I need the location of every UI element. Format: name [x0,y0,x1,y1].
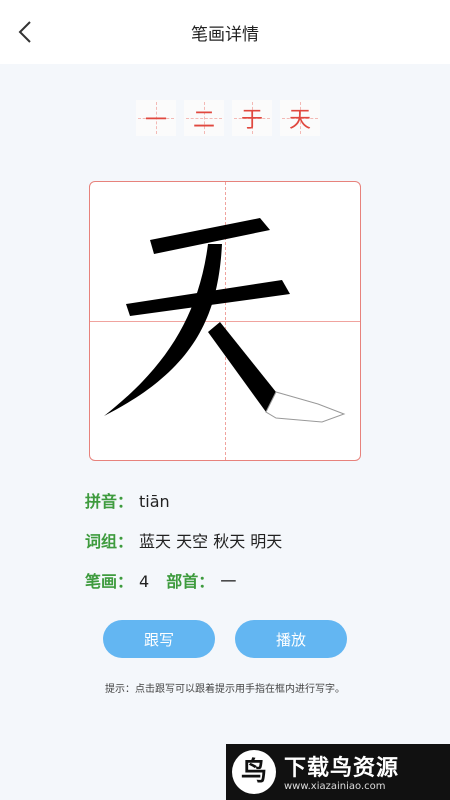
watermark-logo: 鸟 [232,750,276,794]
stroke-order-steps: 一 二 于 天 [136,100,320,136]
character-glyph [104,218,346,423]
stroke-step: 天 [280,100,320,136]
watermark-name: 下载鸟资源 [284,756,400,781]
stroke-step: 二 [184,100,224,136]
radical-value: 一 [220,572,237,591]
stroke-step: 于 [232,100,272,136]
page-title: 笔画详情 [191,25,259,45]
strokes-count: 4 [139,572,150,591]
strokes-row: 笔画： 4 部首：一 [85,572,237,591]
watermark-url: www.xiazainiao.com [284,781,386,792]
pinyin-value: tiān [139,492,170,511]
top-bar: 笔画详情 [0,0,450,64]
writing-grid[interactable] [89,181,361,461]
words-value: 蓝天 天空 秋天 明天 [139,532,283,551]
pinyin-row: 拼音： tiān [85,492,170,511]
watermark: 鸟 下载鸟资源 www.xiazainiao.com [226,744,450,800]
words-row: 词组： 蓝天 天空 秋天 明天 [85,532,283,551]
trace-button[interactable]: 跟写 [103,620,215,658]
play-button[interactable]: 播放 [235,620,347,658]
stroke-step: 一 [136,100,176,136]
hint-text: 提示：点击跟写可以跟着提示用手指在框内进行写字。 [105,684,345,695]
